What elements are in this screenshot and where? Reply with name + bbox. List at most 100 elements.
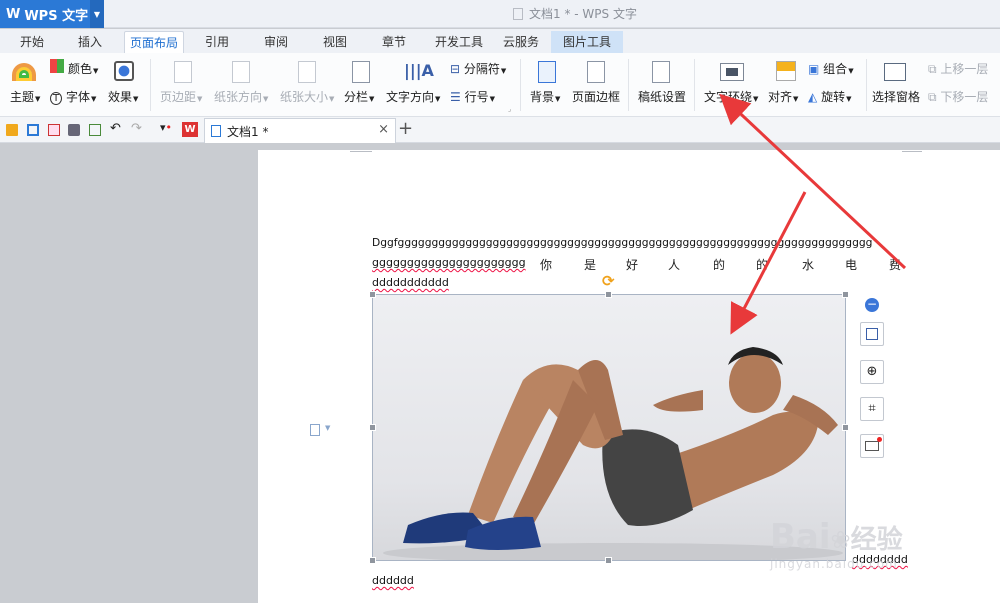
chevron-down-icon[interactable]: ▼: [325, 424, 330, 432]
theme-icon[interactable]: [12, 63, 36, 81]
ribbon: 主题▼ 颜色▼ T 字体▼ 效果▼ 页边距▼ 纸张方向▼ 纸张大小▼ 分栏▼ |…: [0, 53, 1000, 117]
separator-icon: ⊟: [450, 62, 461, 76]
ribbon-tabs: 开始 插入 页面布局 引用 审阅 视图 章节 开发工具 云服务 图片工具: [0, 29, 1000, 53]
page-border-icon: [587, 61, 605, 83]
resize-handle[interactable]: [369, 557, 376, 564]
picture-effect-button[interactable]: [860, 434, 884, 458]
redo-icon[interactable]: ↷: [131, 121, 142, 136]
margin-mark: [350, 151, 372, 152]
zoom-in-icon: ⊕: [866, 364, 878, 379]
theme-button[interactable]: 主题▼: [10, 88, 40, 105]
tab-insert[interactable]: 插入: [66, 31, 114, 53]
separator-button[interactable]: ⊟ 分隔符▼: [450, 60, 506, 77]
rotate-handle-icon[interactable]: ⟳: [602, 272, 615, 290]
send-backward-icon: ⧉: [928, 90, 937, 104]
effect-icon[interactable]: [114, 61, 134, 81]
rotate-icon: ◭: [808, 90, 818, 104]
manuscript-button[interactable]: 稿纸设置: [638, 88, 686, 105]
manuscript-icon: [652, 61, 670, 83]
color-palette-icon: [50, 59, 64, 73]
picture-effect-icon: [865, 437, 882, 451]
paragraph-line-1: Dggfgggggggggggggggggggggggggggggggggggg…: [372, 236, 873, 249]
bring-forward-button[interactable]: ⧉ 上移一层: [928, 60, 988, 77]
caption-below: dddddd: [372, 574, 414, 587]
align-icon: [776, 61, 796, 81]
print-icon[interactable]: [68, 124, 80, 136]
effect-button[interactable]: 效果▼: [108, 88, 138, 105]
tab-review[interactable]: 审阅: [252, 31, 300, 53]
app-name: WPS 文字: [24, 8, 89, 24]
rotate-button[interactable]: ◭ 旋转▼: [808, 88, 851, 105]
font-button[interactable]: T 字体▼: [50, 88, 96, 105]
color-button[interactable]: 颜色▼: [68, 60, 98, 77]
quick-access-toolbar: ↶ ↷ ▾• W: [0, 117, 1000, 143]
background-button[interactable]: 背景▼: [530, 88, 560, 105]
tab-cloud[interactable]: 云服务: [497, 31, 545, 53]
margins-button[interactable]: 页边距▼: [160, 88, 202, 105]
resize-handle[interactable]: [605, 291, 612, 298]
tab-references[interactable]: 引用: [193, 31, 241, 53]
cjk-char: 人: [668, 258, 681, 272]
align-button[interactable]: 对齐▼: [768, 88, 798, 105]
collapse-icon[interactable]: −: [865, 298, 879, 312]
print-preview-icon[interactable]: [89, 124, 101, 136]
orientation-icon: [232, 61, 250, 83]
tab-page-layout[interactable]: 页面布局: [124, 31, 184, 53]
chevron-down-icon[interactable]: ▼: [90, 0, 104, 28]
paper-size-button[interactable]: 纸张大小▼: [280, 88, 334, 105]
crop-button[interactable]: ⌗: [860, 397, 884, 421]
page-layout-icon[interactable]: [310, 424, 320, 436]
image-icon: [866, 328, 878, 340]
resize-handle[interactable]: [369, 291, 376, 298]
wps-logo-icon: W: [6, 6, 21, 22]
paragraph-line-3: ddddddddddd: [372, 276, 449, 289]
margin-mark: [902, 151, 922, 152]
cjk-char: 的: [713, 258, 726, 272]
export-pdf-icon[interactable]: [48, 124, 60, 136]
close-icon[interactable]: ×: [378, 122, 389, 137]
send-backward-button[interactable]: ⧉ 下移一层: [928, 88, 988, 105]
resize-handle[interactable]: [842, 291, 849, 298]
cjk-char: 费: [889, 258, 902, 272]
tab-view[interactable]: 视图: [311, 31, 359, 53]
bring-forward-icon: ⧉: [928, 62, 937, 76]
group-button[interactable]: ▣ 组合▼: [808, 60, 854, 77]
zoom-in-button[interactable]: ⊕: [860, 360, 884, 384]
resize-handle[interactable]: [605, 557, 612, 564]
cjk-char: 是: [584, 258, 597, 272]
orientation-button[interactable]: 纸张方向▼: [214, 88, 268, 105]
tab-start[interactable]: 开始: [8, 31, 56, 53]
document-tab-title: 文档1 *: [227, 125, 269, 139]
columns-button[interactable]: 分栏▼: [344, 88, 374, 105]
resize-handle[interactable]: [369, 424, 376, 431]
undo-icon[interactable]: ↶: [110, 121, 121, 136]
selection-pane-button[interactable]: 选择窗格: [872, 88, 920, 105]
crop-icon: ⌗: [868, 401, 876, 416]
title-bar: W WPS 文字 ▼ 文档1 * - WPS 文字: [0, 0, 1000, 28]
wps-w-icon[interactable]: W: [182, 122, 198, 137]
layout-options-button[interactable]: [860, 322, 884, 346]
customize-toolbar-icon[interactable]: ▾•: [160, 121, 172, 134]
tab-chapter[interactable]: 章节: [370, 31, 418, 53]
cjk-char: 水: [802, 258, 815, 272]
baidu-watermark: Bai❀经验 jingyan.baidu.com: [770, 517, 903, 571]
cjk-char: 的: [756, 258, 769, 272]
app-menu-button[interactable]: W WPS 文字 ▼: [0, 0, 104, 28]
save-icon[interactable]: [27, 124, 39, 136]
window-title: 文档1 * - WPS 文字: [0, 0, 1000, 28]
text-direction-button[interactable]: 文字方向▼: [386, 88, 440, 105]
tab-developer[interactable]: 开发工具: [428, 31, 490, 53]
tab-picture-tools[interactable]: 图片工具: [551, 31, 623, 53]
group-icon: ▣: [808, 62, 820, 76]
new-tab-button[interactable]: +: [398, 118, 413, 139]
open-folder-icon[interactable]: [6, 124, 18, 136]
page-border-button[interactable]: 页面边框: [572, 88, 620, 105]
margins-icon: [174, 61, 192, 83]
dialog-launcher-icon[interactable]: ⌟: [508, 105, 511, 113]
paw-icon: ❀: [830, 526, 851, 554]
line-number-button[interactable]: ☰ 行号▼: [450, 88, 495, 105]
background-icon: [538, 61, 556, 83]
document-tab[interactable]: 文档1 * ×: [204, 118, 396, 143]
text-wrap-button[interactable]: 文字环绕▼: [704, 88, 758, 105]
resize-handle[interactable]: [842, 424, 849, 431]
